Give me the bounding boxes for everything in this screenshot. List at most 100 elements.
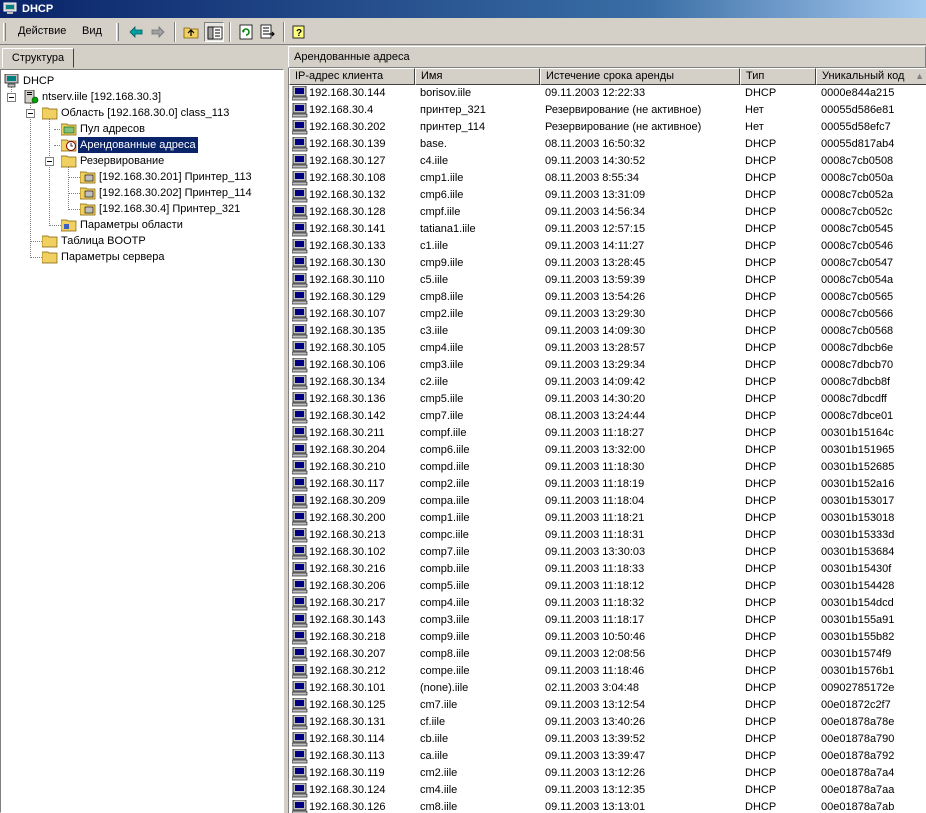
leases-list[interactable]: IP-адрес клиента Имя Истечение срока аре…	[288, 68, 926, 813]
column-header-unique-id[interactable]: Уникальный код ▲	[816, 68, 926, 85]
tree-node-reservation[interactable]: [192.168.30.4] Принтер_321	[1, 201, 281, 217]
client-computer-icon	[292, 392, 308, 407]
lease-row[interactable]: 192.168.30.200 comp1.iile 09.11.2003 11:18…	[289, 510, 926, 527]
cell-expiration: 09.11.2003 14:09:30	[545, 325, 646, 337]
lease-row[interactable]: 192.168.30.108 cmp1.iile 08.11.2003 8:55:3…	[289, 170, 926, 187]
cell-name: comp1.iile	[420, 512, 470, 524]
cell-name: cmp5.iile	[420, 393, 464, 405]
forward-button[interactable]	[148, 22, 168, 42]
lease-row[interactable]: 192.168.30.204 comp6.iile 09.11.2003 13:32…	[289, 442, 926, 459]
lease-row[interactable]: 192.168.30.213 compc.iile 09.11.2003 11:18…	[289, 527, 926, 544]
toolbar-separator	[229, 22, 231, 42]
tree-node-server-options[interactable]: Параметры сервера	[1, 249, 281, 265]
lease-row[interactable]: 192.168.30.105 cmp4.iile 09.11.2003 13:28:…	[289, 340, 926, 357]
tree-node-reservations[interactable]: Резервирование	[1, 153, 281, 169]
lease-row[interactable]: 192.168.30.135 c3.iile 09.11.2003 14:09:30…	[289, 323, 926, 340]
menu-action[interactable]: Действие	[18, 25, 66, 37]
tree-node-scope-options[interactable]: Параметры области	[1, 217, 281, 233]
lease-row[interactable]: 192.168.30.206 comp5.iile 09.11.2003 11:18…	[289, 578, 926, 595]
lease-row[interactable]: 192.168.30.211 compf.iile 09.11.2003 11:18…	[289, 425, 926, 442]
lease-row[interactable]: 192.168.30.128 cmpf.iile 09.11.2003 14:56:…	[289, 204, 926, 221]
lease-row[interactable]: 192.168.30.125 cm7.iile 09.11.2003 13:12:5…	[289, 697, 926, 714]
lease-row[interactable]: 192.168.30.144 borisov.iile 09.11.2003 12:…	[289, 85, 926, 102]
lease-row[interactable]: 192.168.30.107 cmp2.iile 09.11.2003 13:29:…	[289, 306, 926, 323]
back-button[interactable]	[126, 22, 146, 42]
lease-row[interactable]: 192.168.30.114 cb.iile 09.11.2003 13:39:52…	[289, 731, 926, 748]
cell-unique-id: 00055d817ab4	[821, 138, 895, 150]
cell-name: cb.iile	[420, 733, 449, 745]
lease-row[interactable]: 192.168.30.101 (none).iile 02.11.2003 3:04…	[289, 680, 926, 697]
cell-name: ca.iile	[420, 750, 449, 762]
lease-row[interactable]: 192.168.30.133 c1.iile 09.11.2003 14:11:27…	[289, 238, 926, 255]
cell-ip: 192.168.30.207	[309, 648, 386, 660]
lease-row[interactable]: 192.168.30.117 comp2.iile 09.11.2003 11:18…	[289, 476, 926, 493]
lease-row[interactable]: 192.168.30.134 c2.iile 09.11.2003 14:09:42…	[289, 374, 926, 391]
cell-unique-id: 0008c7cb0545	[821, 223, 894, 235]
tab-structure[interactable]: Структура	[2, 48, 74, 68]
console-tree[interactable]: DHCP ntserv.iile [192.168.30.3] Область …	[0, 69, 284, 813]
up-one-level-button[interactable]	[181, 22, 201, 42]
column-header-ip[interactable]: IP-адрес клиента	[289, 68, 415, 85]
lease-row[interactable]: 192.168.30.113 ca.iile 09.11.2003 13:39:47…	[289, 748, 926, 765]
lease-row[interactable]: 192.168.30.141 tatiana1.iile 09.11.2003 12…	[289, 221, 926, 238]
result-pane-title: Арендованные адреса	[294, 51, 410, 63]
lease-row[interactable]: 192.168.30.130 cmp9.iile 09.11.2003 13:28:…	[289, 255, 926, 272]
cell-expiration: 09.11.2003 11:18:33	[545, 563, 645, 575]
lease-row[interactable]: 192.168.30.217 comp4.iile 09.11.2003 11:18…	[289, 595, 926, 612]
cell-name: compa.iile	[420, 495, 470, 507]
lease-row[interactable]: 192.168.30.212 compe.iile 09.11.2003 11:18…	[289, 663, 926, 680]
tree-node-reservation[interactable]: [192.168.30.201] Принтер_113	[1, 169, 281, 185]
lease-row[interactable]: 192.168.30.119 cm2.iile 09.11.2003 13:12:2…	[289, 765, 926, 782]
tree-node-dhcp[interactable]: DHCP	[1, 73, 281, 89]
lease-row[interactable]: 192.168.30.4 принтер_321 Резервирование (н…	[289, 102, 926, 119]
lease-row[interactable]: 192.168.30.132 cmp6.iile 09.11.2003 13:31:…	[289, 187, 926, 204]
column-header-lease-expiration[interactable]: Истечение срока аренды	[540, 68, 740, 85]
cell-unique-id: 0008c7cb0566	[821, 308, 894, 320]
refresh-button[interactable]	[236, 22, 256, 42]
title-bar[interactable]: DHCP	[0, 0, 926, 18]
tree-label: ntserv.iile [192.168.30.3]	[42, 91, 162, 103]
lease-row[interactable]: 192.168.30.127 c4.iile 09.11.2003 14:30:52…	[289, 153, 926, 170]
toolbar-separator	[174, 22, 176, 42]
client-computer-icon	[292, 290, 308, 305]
cell-expiration: 09.11.2003 13:12:35	[545, 784, 646, 796]
cell-unique-id: 0000e844a215	[821, 87, 895, 99]
cell-ip: 192.168.30.102	[309, 546, 386, 558]
menu-view[interactable]: Вид	[82, 25, 102, 37]
lease-row[interactable]: 192.168.30.110 c5.iile 09.11.2003 13:59:39…	[289, 272, 926, 289]
lease-row[interactable]: 192.168.30.207 comp8.iile 09.11.2003 12:08…	[289, 646, 926, 663]
lease-row[interactable]: 192.168.30.136 cmp5.iile 09.11.2003 14:30:…	[289, 391, 926, 408]
show-hide-console-tree-button[interactable]	[204, 22, 224, 42]
lease-row[interactable]: 192.168.30.210 compd.iile 09.11.2003 11:18…	[289, 459, 926, 476]
lease-row[interactable]: 192.168.30.139 base. 08.11.2003 16:50:32 DH…	[289, 136, 926, 153]
lease-row[interactable]: 192.168.30.143 comp3.iile 09.11.2003 11:18…	[289, 612, 926, 629]
lease-row[interactable]: 192.168.30.142 cmp7.iile 08.11.2003 13:24:…	[289, 408, 926, 425]
cell-type: DHCP	[745, 461, 777, 473]
cell-ip: 192.168.30.117	[309, 478, 385, 490]
lease-row[interactable]: 192.168.30.216 compb.iile 09.11.2003 11:18…	[289, 561, 926, 578]
lease-row[interactable]: 192.168.30.106 cmp3.iile 09.11.2003 13:29:…	[289, 357, 926, 374]
tree-node-reservation[interactable]: [192.168.30.202] Принтер_114	[1, 185, 281, 201]
lease-row[interactable]: 192.168.30.102 comp7.iile 09.11.2003 13:30…	[289, 544, 926, 561]
help-button[interactable]: ?	[289, 22, 309, 42]
lease-row[interactable]: 192.168.30.126 cm8.iile 09.11.2003 13:13:0…	[289, 799, 926, 813]
column-header-name[interactable]: Имя	[415, 68, 540, 85]
tree-node-scope[interactable]: Область [192.168.30.0] class_113	[1, 105, 281, 121]
lease-row[interactable]: 192.168.30.218 comp9.iile 09.11.2003 10:50…	[289, 629, 926, 646]
lease-row[interactable]: 192.168.30.129 cmp8.iile 09.11.2003 13:54:…	[289, 289, 926, 306]
lease-row[interactable]: 192.168.30.131 cf.iile 09.11.2003 13:40:26…	[289, 714, 926, 731]
tree-node-server[interactable]: ntserv.iile [192.168.30.3]	[1, 89, 281, 105]
tree-node-address-pool[interactable]: Пул адресов	[1, 121, 281, 137]
client-computer-icon	[292, 732, 308, 747]
export-list-button[interactable]	[258, 22, 278, 42]
toolbar-grip-2[interactable]	[116, 23, 119, 41]
lease-row[interactable]: 192.168.30.124 cm4.iile 09.11.2003 13:12:3…	[289, 782, 926, 799]
lease-row[interactable]: 192.168.30.209 compa.iile 09.11.2003 11:18…	[289, 493, 926, 510]
cell-type: DHCP	[745, 784, 777, 796]
toolbar-grip[interactable]	[3, 23, 6, 41]
client-computer-icon	[292, 239, 308, 254]
column-header-type[interactable]: Тип	[740, 68, 816, 85]
lease-row[interactable]: 192.168.30.202 принтер_114 Резервирование …	[289, 119, 926, 136]
tree-node-bootp-table[interactable]: Таблица BOOTP	[1, 233, 281, 249]
tree-node-address-leases[interactable]: Арендованные адреса	[1, 136, 281, 154]
